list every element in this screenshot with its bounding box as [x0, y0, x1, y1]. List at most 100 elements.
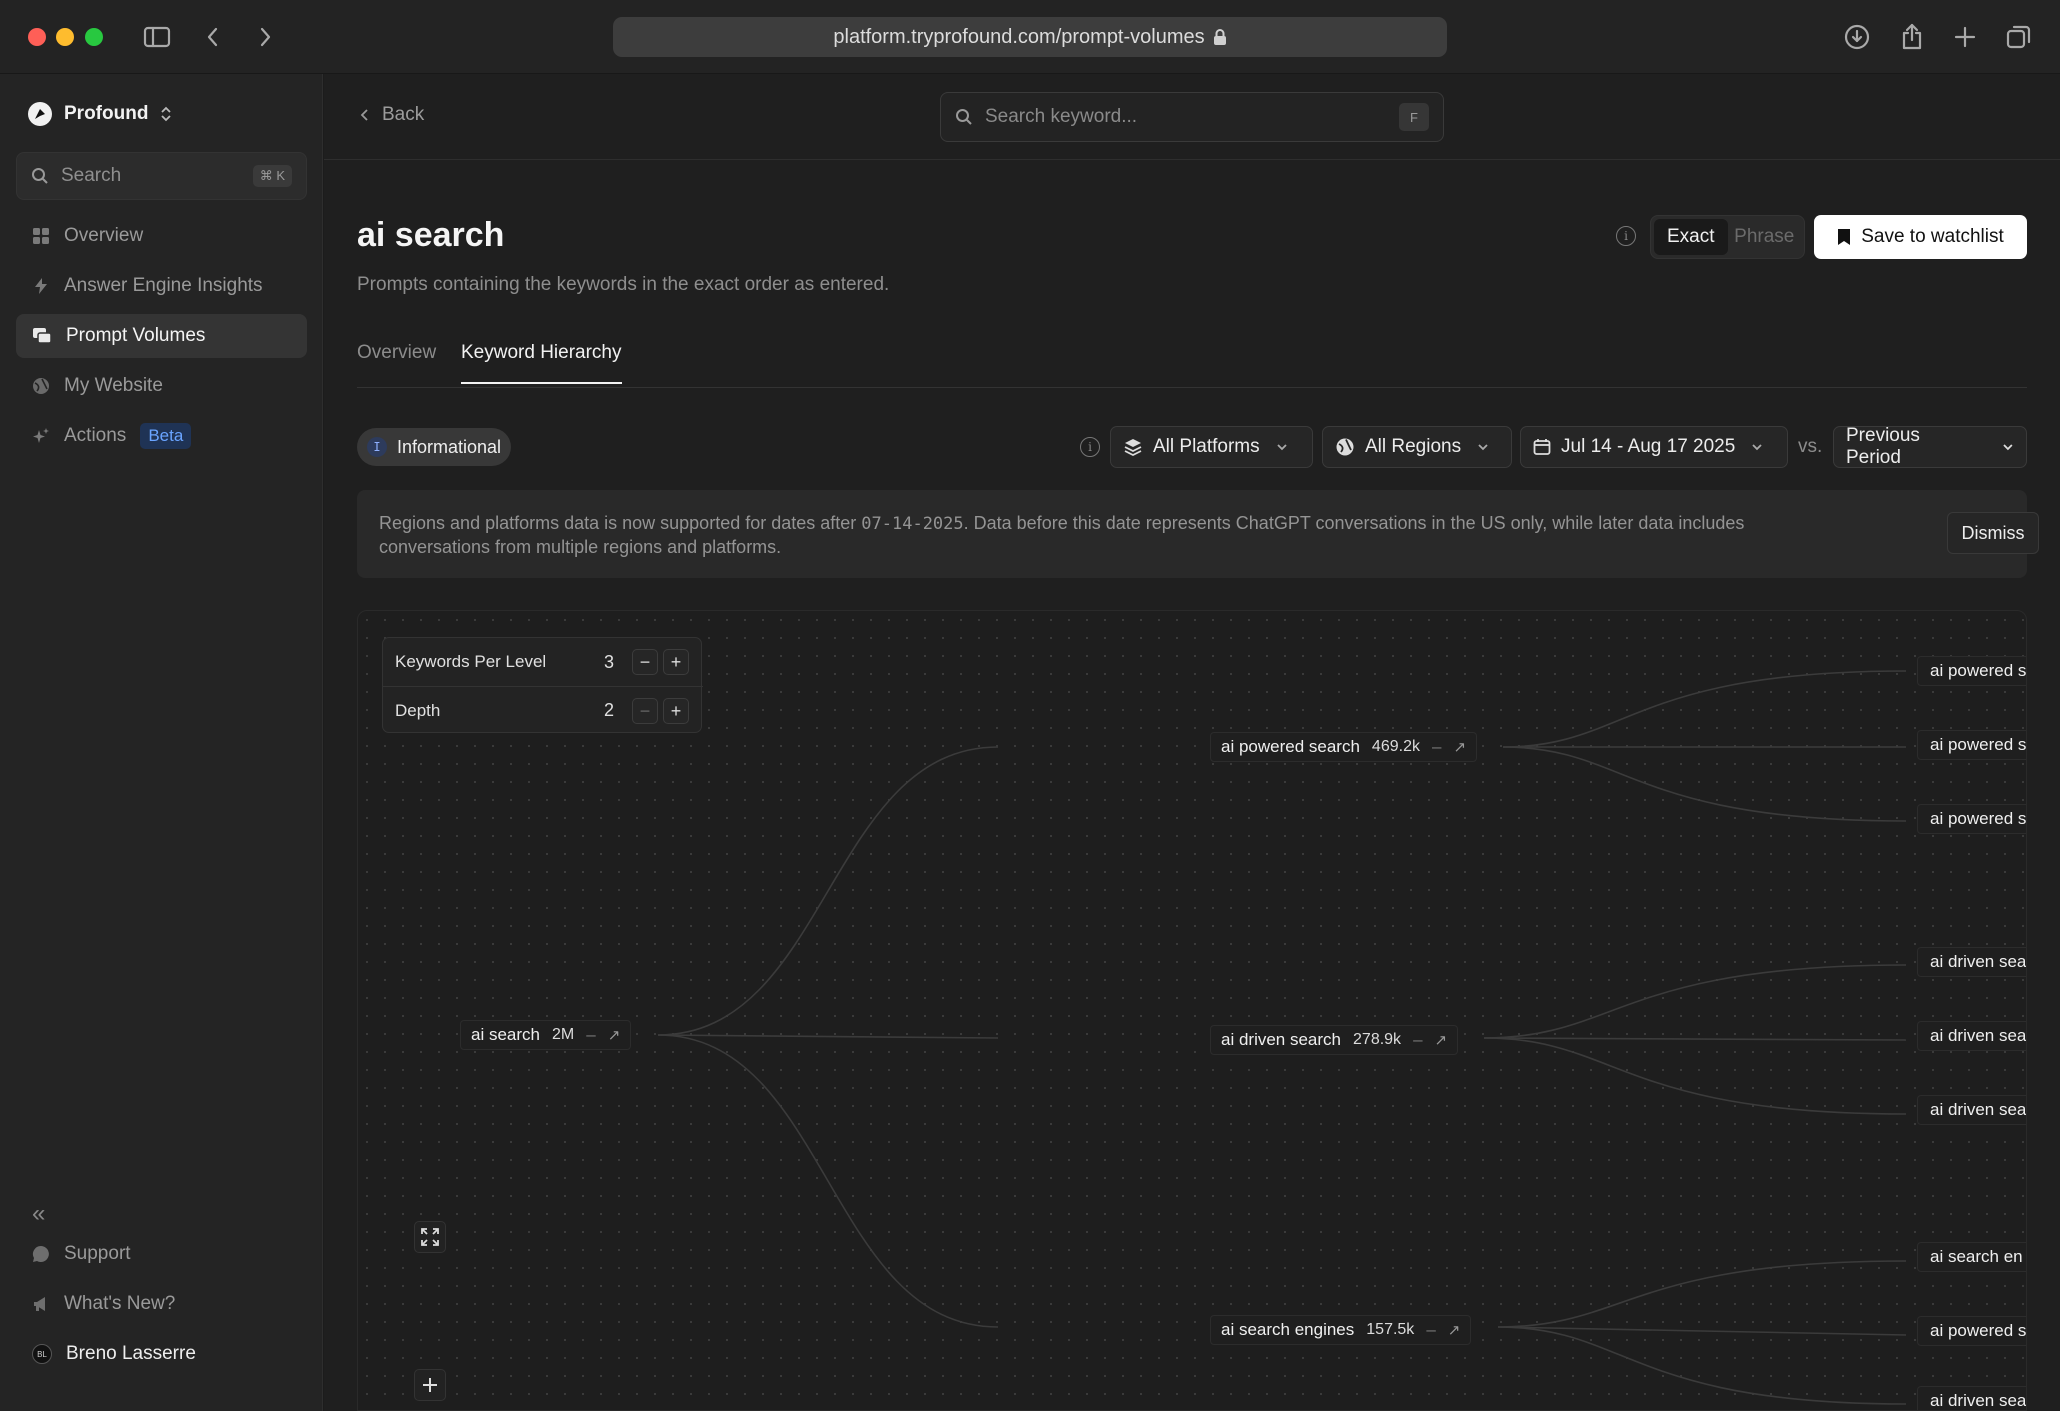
workspace-switcher[interactable]: Profound — [28, 102, 172, 126]
hierarchy-leaf-node[interactable]: ai driven sea — [1917, 1386, 2026, 1410]
layers-icon — [1124, 439, 1142, 457]
save-to-watchlist-button[interactable]: Save to watchlist — [1814, 215, 2027, 259]
open-arrow-icon[interactable]: ↗ — [1448, 1321, 1461, 1339]
user-name: Breno Lasserre — [66, 1343, 196, 1364]
hierarchy-node[interactable]: ai search engines 157.5k – ↗ — [1210, 1315, 1472, 1345]
download-icon[interactable] — [1838, 18, 1876, 56]
comparison-dropdown[interactable]: Previous Period — [1833, 425, 2027, 468]
node-change: – — [1431, 737, 1442, 756]
sidebar-item-label: What's New? — [64, 1293, 176, 1314]
sidebar-item-label: Prompt Volumes — [66, 325, 206, 346]
date-range-value: Jul 14 - Aug 17 2025 — [1561, 436, 1736, 457]
bookmark-icon — [1838, 229, 1851, 245]
tab-overview[interactable]: Overview — [357, 342, 436, 382]
intent-filter-pill[interactable]: I Informational — [357, 428, 512, 466]
hierarchy-leaf-node[interactable]: ai powered s — [1917, 730, 2026, 760]
page-tabs: Overview Keyword Hierarchy — [357, 324, 2027, 388]
back-nav-icon[interactable] — [194, 18, 232, 56]
chevron-updown-icon — [161, 106, 172, 122]
calendar-icon — [1533, 439, 1551, 455]
minimize-window-button[interactable] — [56, 28, 74, 46]
new-tab-icon[interactable] — [1946, 18, 1984, 56]
hierarchy-node[interactable]: ai powered search 469.2k – ↗ — [1210, 732, 1478, 762]
hierarchy-node[interactable]: ai driven search 278.9k – ↗ — [1210, 1025, 1459, 1055]
close-window-button[interactable] — [28, 28, 46, 46]
chevron-down-icon — [2003, 444, 2013, 451]
dismiss-button[interactable]: Dismiss — [1947, 512, 2039, 554]
hierarchy-leaf-node[interactable]: ai powered s — [1917, 1316, 2026, 1346]
user-profile[interactable]: BL Breno Lasserre — [16, 1332, 307, 1376]
keyword-search-input[interactable]: Search keyword... F — [940, 92, 1444, 142]
vs-label: vs. — [1798, 436, 1823, 457]
page-title: ai search — [357, 216, 505, 254]
save-label: Save to watchlist — [1861, 226, 2004, 247]
topbar: Back Search keyword... F — [324, 74, 2060, 160]
depth-increase-button[interactable]: + — [663, 698, 689, 724]
zoom-in-button[interactable] — [414, 1369, 446, 1401]
sparkle-icon — [33, 428, 49, 443]
notice-date-code: 07-14-2025 — [861, 514, 964, 534]
platform-value: All Platforms — [1153, 436, 1260, 457]
open-arrow-icon[interactable]: ↗ — [1435, 1031, 1448, 1049]
sidebar-item-answer-engine-insights[interactable]: Answer Engine Insights — [16, 264, 307, 308]
share-icon[interactable] — [1893, 18, 1931, 56]
sidebar-item-label: Support — [64, 1243, 131, 1264]
sidebar-item-whats-new[interactable]: What's New? — [16, 1282, 307, 1326]
search-shortcut: ⌘ K — [252, 165, 292, 187]
keyword-search-shortcut: F — [1399, 103, 1429, 131]
depth-row: Depth 2 − + — [383, 686, 703, 734]
hierarchy-leaf-node[interactable]: ai powered s — [1917, 656, 2026, 686]
open-arrow-icon[interactable]: ↗ — [608, 1026, 621, 1044]
collapse-sidebar-button[interactable]: « — [32, 1200, 45, 1228]
back-button[interactable]: Back — [360, 104, 424, 126]
filters-info-icon[interactable]: i — [1080, 437, 1100, 457]
tab-overview-icon[interactable] — [2000, 18, 2038, 56]
sidebar-item-label: My Website — [64, 375, 163, 396]
megaphone-icon — [34, 1297, 45, 1311]
keywords-per-level-decrease-button[interactable]: − — [632, 649, 658, 675]
depth-decrease-button[interactable]: − — [632, 698, 658, 724]
plus-icon — [423, 1378, 437, 1392]
notice-text: Regions and platforms data is now suppor… — [379, 513, 1745, 557]
keywords-per-level-label: Keywords Per Level — [395, 652, 547, 671]
address-bar[interactable]: platform.tryprofound.com/prompt-volumes — [613, 17, 1447, 57]
expand-icon — [421, 1228, 439, 1246]
browser-titlebar: platform.tryprofound.com/prompt-volumes — [0, 0, 2060, 74]
hierarchy-leaf-node[interactable]: ai driven sea — [1917, 947, 2026, 977]
hierarchy-leaf-node[interactable]: ai search en — [1917, 1242, 2026, 1272]
node-volume: 469.2k — [1371, 738, 1420, 755]
forward-nav-icon[interactable] — [246, 18, 284, 56]
intent-label: Informational — [397, 436, 502, 457]
hierarchy-root-node[interactable]: ai search 2M – ↗ — [460, 1020, 632, 1050]
intent-badge: I — [367, 437, 387, 457]
chevron-down-icon — [1277, 444, 1287, 451]
open-arrow-icon[interactable]: ↗ — [1453, 738, 1466, 756]
sidebar-item-my-website[interactable]: My Website — [16, 364, 307, 408]
keywords-per-level-increase-button[interactable]: + — [663, 649, 689, 675]
tab-keyword-hierarchy[interactable]: Keyword Hierarchy — [461, 342, 622, 384]
sidebar-item-support[interactable]: Support — [16, 1232, 307, 1276]
sidebar-item-actions[interactable]: Actions Beta — [16, 414, 307, 458]
sidebar-search[interactable]: Search ⌘ K — [16, 152, 307, 200]
sidebar-toggle-icon[interactable] — [138, 18, 176, 56]
chat-icon — [32, 1245, 49, 1262]
phrase-mode-button[interactable]: Phrase — [1728, 219, 1802, 255]
platform-dropdown[interactable]: All Platforms — [1110, 426, 1313, 468]
sidebar-item-prompt-volumes[interactable]: Prompt Volumes — [16, 314, 307, 358]
sidebar-item-label: Overview — [64, 225, 144, 246]
date-range-dropdown[interactable]: Jul 14 - Aug 17 2025 — [1520, 426, 1788, 468]
keyword-hierarchy-canvas[interactable]: Keywords Per Level 3 − + Depth 2 − + ai … — [357, 610, 2027, 1411]
maximize-window-button[interactable] — [85, 28, 103, 46]
exact-mode-button[interactable]: Exact — [1654, 219, 1728, 255]
region-dropdown[interactable]: All Regions — [1322, 426, 1512, 468]
fullscreen-button[interactable] — [414, 1221, 446, 1253]
info-icon[interactable]: i — [1616, 226, 1636, 246]
keywords-per-level-row: Keywords Per Level 3 − + — [383, 638, 703, 686]
hierarchy-leaf-node[interactable]: ai powered s — [1917, 804, 2026, 834]
match-mode-toggle: Exact Phrase — [1650, 215, 1805, 259]
sidebar-item-overview[interactable]: Overview — [16, 214, 307, 258]
hierarchy-leaf-node[interactable]: ai driven sea — [1917, 1021, 2026, 1051]
back-label: Back — [382, 104, 425, 125]
avatar: BL — [32, 1344, 52, 1364]
hierarchy-leaf-node[interactable]: ai driven sea — [1917, 1095, 2026, 1125]
